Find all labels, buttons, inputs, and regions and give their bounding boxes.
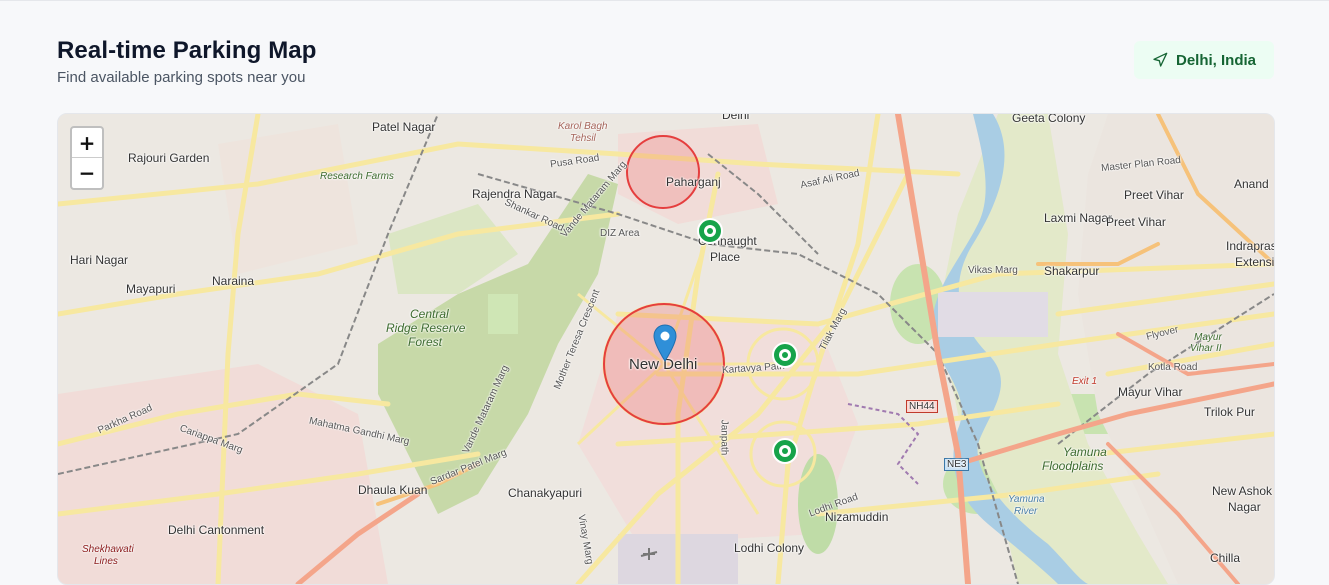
label-nizamuddin: Nizamuddin bbox=[825, 510, 889, 524]
label-yamuna-1: Yamuna bbox=[1063, 445, 1107, 459]
label-delhi-cantonment: Delhi Cantonment bbox=[168, 523, 265, 537]
label-new-ashok: New Ashok bbox=[1212, 484, 1273, 498]
label-hari-nagar: Hari Nagar bbox=[70, 253, 129, 267]
road-janpath: Janpath bbox=[718, 419, 730, 456]
label-yamuna-river-1: Yamuna bbox=[1008, 494, 1045, 505]
road-ne3: NE3 bbox=[944, 458, 970, 471]
label-forest: Forest bbox=[408, 335, 443, 349]
parking-map[interactable]: Patel Nagar Karol Bagh Tehsil Delhi Geet… bbox=[57, 113, 1275, 585]
label-chilla: Chilla bbox=[1210, 551, 1241, 565]
road-exit-1: Exit 1 bbox=[1072, 376, 1098, 387]
current-location-button[interactable]: Delhi, India bbox=[1134, 41, 1274, 79]
label-shakarpur: Shakarpur bbox=[1044, 264, 1100, 278]
label-naraina: Naraina bbox=[212, 274, 255, 288]
label-ridge-reserve: Ridge Reserve bbox=[386, 321, 466, 335]
lodhi-garden-spot[interactable] bbox=[772, 438, 798, 469]
label-central: Central bbox=[410, 307, 449, 321]
label-indraprastha: Indraprastha bbox=[1226, 239, 1274, 253]
road-nh44: NH44 bbox=[906, 400, 938, 413]
label-chanakyapuri: Chanakyapuri bbox=[508, 486, 583, 500]
label-geeta-colony: Geeta Colony bbox=[1012, 113, 1086, 125]
zoom-out-button[interactable]: − bbox=[72, 158, 102, 187]
label-research-farms-1: Research Farms bbox=[320, 171, 394, 182]
label-anand: Anand bbox=[1234, 177, 1269, 191]
label-shekhawati-1: Shekhawati bbox=[82, 544, 134, 555]
label-preet-vihar-1: Preet Vihar bbox=[1124, 188, 1184, 202]
label-extension: Extension bbox=[1235, 255, 1275, 269]
road-vikas-marg: Vikas Marg bbox=[968, 265, 1018, 276]
label-nagar: Nagar bbox=[1228, 500, 1261, 514]
label-mayur-vihar-ii-2: Vihar II bbox=[1190, 343, 1222, 354]
label-shekhawati-2: Lines bbox=[94, 556, 118, 567]
label-rajendra-nagar: Rajendra Nagar bbox=[472, 187, 557, 201]
road-diz-area: DIZ Area bbox=[600, 228, 640, 239]
label-laxmi-nagar: Laxmi Nagar bbox=[1044, 211, 1113, 225]
label-mayapuri: Mayapuri bbox=[126, 282, 176, 296]
zoom-in-button[interactable]: + bbox=[72, 128, 102, 158]
label-place: Place bbox=[710, 250, 741, 264]
zoom-control: + − bbox=[70, 126, 104, 190]
kartavya-path-spot[interactable] bbox=[772, 342, 798, 373]
label-lodhi-colony: Lodhi Colony bbox=[734, 541, 805, 555]
label-yamuna-river-2: River bbox=[1014, 506, 1038, 517]
page-title: Real-time Parking Map bbox=[57, 37, 317, 64]
label-mayur-vihar-ii-1: Mayur bbox=[1194, 332, 1222, 343]
page-subtitle: Find available parking spots near you bbox=[57, 69, 306, 86]
label-mayur-vihar: Mayur Vihar bbox=[1118, 385, 1183, 399]
top-divider bbox=[0, 0, 1329, 1]
current-location-pin[interactable] bbox=[653, 324, 677, 367]
parking-spot-icon bbox=[697, 218, 723, 244]
label-rajouri-garden: Rajouri Garden bbox=[128, 151, 210, 165]
label-karol-bagh: Karol Bagh bbox=[558, 121, 608, 132]
parking-spot-icon bbox=[772, 342, 798, 368]
label-delhi: Delhi bbox=[722, 113, 750, 122]
connaught-place-spot[interactable] bbox=[697, 218, 723, 249]
label-tehsil: Tehsil bbox=[570, 133, 596, 144]
label-trilok-pur: Trilok Pur bbox=[1204, 405, 1255, 419]
label-patel-nagar: Patel Nagar bbox=[372, 120, 436, 134]
label-paharganj: Paharganj bbox=[666, 175, 721, 189]
label-dhaula-kuan: Dhaula Kuan bbox=[358, 483, 428, 497]
label-floodplains: Floodplains bbox=[1042, 459, 1104, 473]
location-label: Delhi, India bbox=[1175, 51, 1256, 69]
navigation-icon bbox=[1153, 52, 1168, 67]
road-kotla-road: Kotla Road bbox=[1148, 362, 1198, 373]
label-preet-vihar-2: Preet Vihar bbox=[1106, 215, 1166, 229]
map-pin-icon bbox=[653, 324, 677, 362]
parking-spot-icon bbox=[772, 438, 798, 464]
